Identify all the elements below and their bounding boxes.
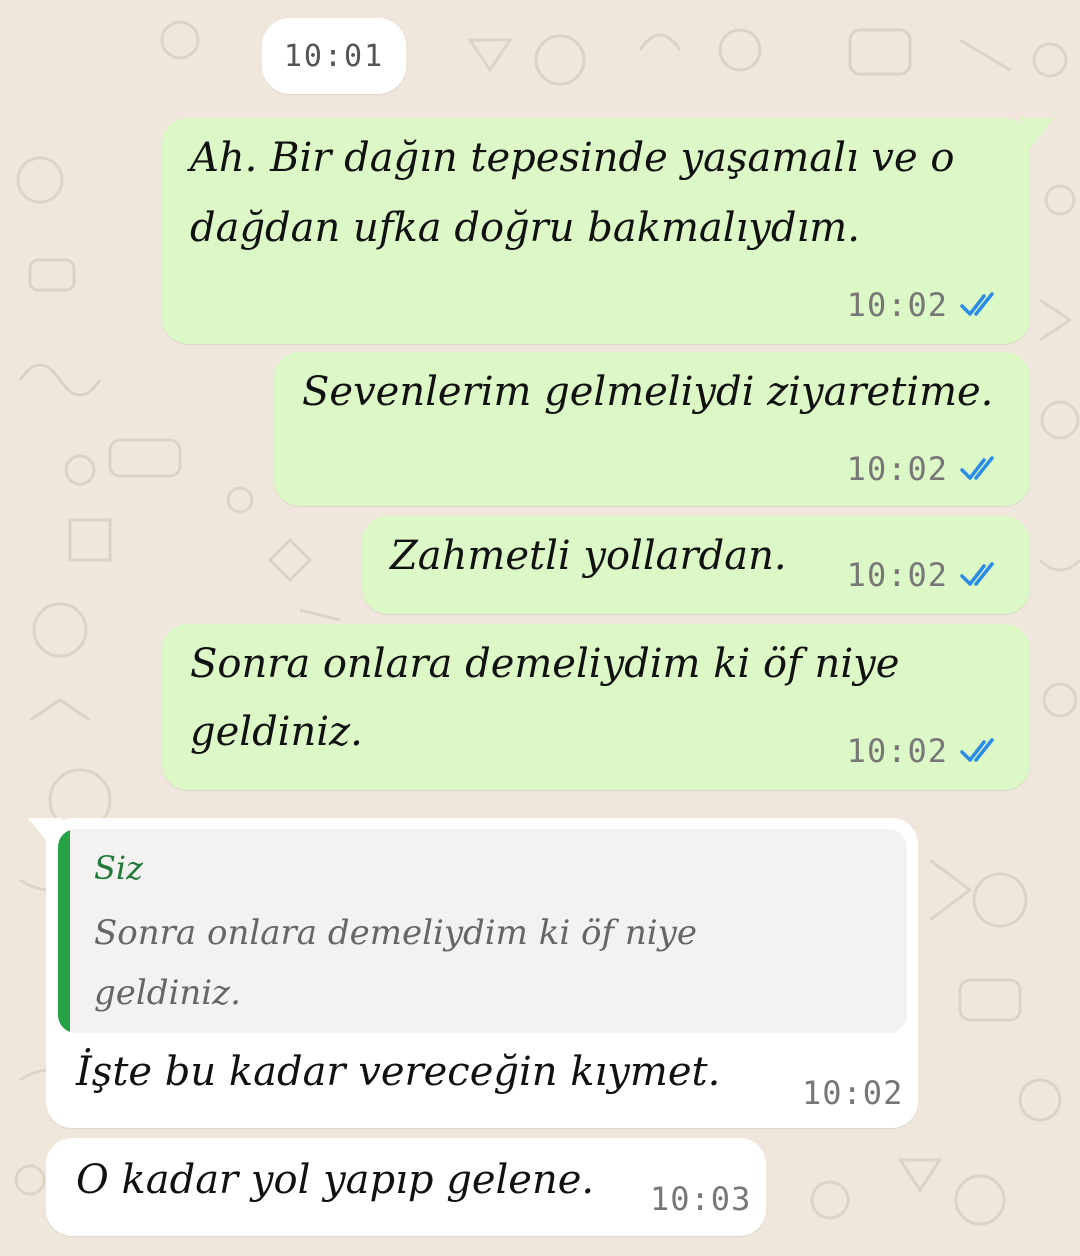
message-time: 10:02 <box>846 732 948 770</box>
message-time: 10:02 <box>802 1074 904 1112</box>
double-check-read-icon <box>960 562 994 586</box>
message-time: 10:02 <box>846 556 948 594</box>
outgoing-message[interactable]: Sonra onlara demeliydim ki öf niye geldi… <box>162 624 1030 790</box>
incoming-message[interactable]: O kadar yol yapıp gelene. 10:03 <box>46 1138 766 1236</box>
message-time: 10:03 <box>650 1180 752 1218</box>
message-text-line: Sonra onlara demeliydim ki öf niye <box>190 641 900 687</box>
double-check-read-icon <box>960 456 994 480</box>
message-text-line: dağdan ufka doğru bakmalıydım. <box>190 205 860 251</box>
date-chip: 10:01 <box>262 18 406 94</box>
message-text-line: İşte bu kadar vereceğin kıymet. <box>76 1049 721 1095</box>
double-check-read-icon <box>960 292 994 316</box>
message-text-line: O kadar yol yapıp gelene. <box>76 1157 595 1203</box>
message-text-line: geldiniz. <box>190 709 363 755</box>
quote-text: Sonra onlara demeliydim ki öf niye geldi… <box>94 903 854 1023</box>
quote-author: Siz <box>94 849 144 887</box>
outgoing-message[interactable]: Sevenlerim gelmeliydi ziyaretime. 10:02 <box>274 352 1030 506</box>
message-text-line: Sevenlerim gelmeliydi ziyaretime. <box>302 369 994 415</box>
message-time: 10:02 <box>846 450 948 488</box>
message-text-line: Zahmetli yollardan. <box>390 533 787 579</box>
quote-text-line: Sonra onlara demeliydim ki öf niye <box>94 913 697 953</box>
bubble-tail <box>1020 118 1054 148</box>
quote-text-line: geldiniz. <box>94 973 241 1013</box>
outgoing-message[interactable]: Ah. Bir dağın tepesinde yaşamalı ve o da… <box>162 118 1030 344</box>
reply-quote[interactable]: Siz Sonra onlara demeliydim ki öf niye g… <box>58 829 907 1033</box>
message-text-line: Ah. Bir dağın tepesinde yaşamalı ve o <box>190 135 955 181</box>
quote-accent-bar <box>58 829 70 1033</box>
double-check-read-icon <box>960 738 994 762</box>
message-time: 10:02 <box>846 286 948 324</box>
outgoing-message[interactable]: Zahmetli yollardan. 10:02 <box>362 516 1030 614</box>
